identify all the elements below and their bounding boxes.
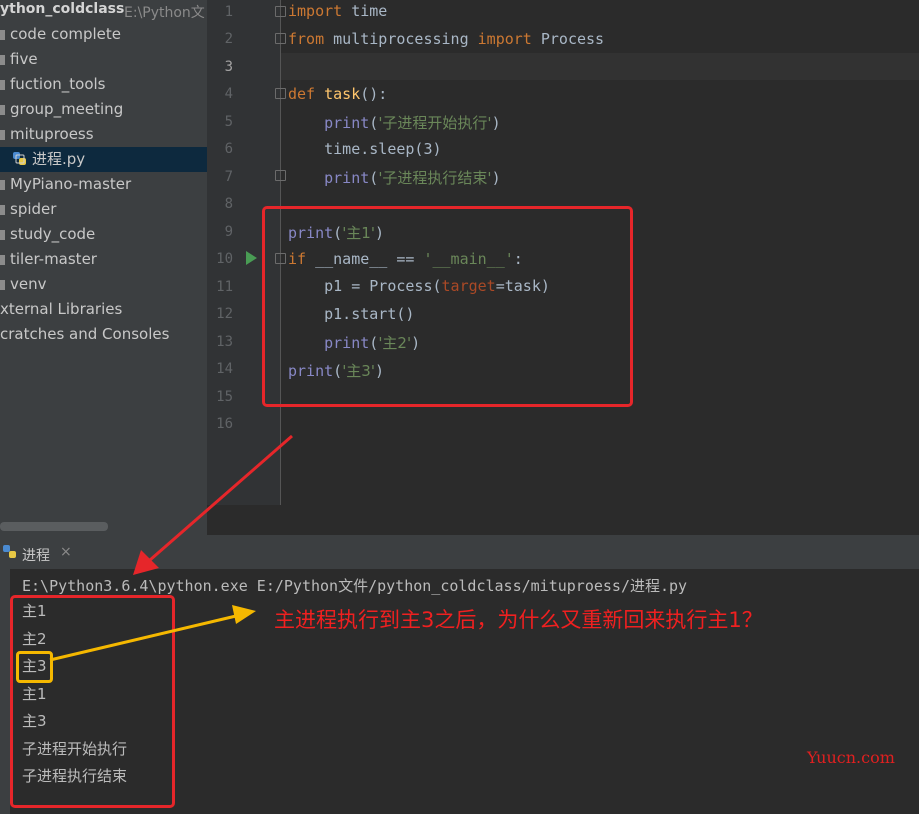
red-arrow-shaft — [149, 434, 293, 562]
annotation-question: 主进程执行到主3之后，为什么又重新回来执行主1？ — [274, 608, 763, 632]
annotation-arrows — [49, 434, 293, 662]
yellow-arrow-head — [232, 605, 256, 624]
yellow-arrow-shaft — [49, 614, 237, 662]
watermark: Yuucn.com — [807, 748, 895, 767]
